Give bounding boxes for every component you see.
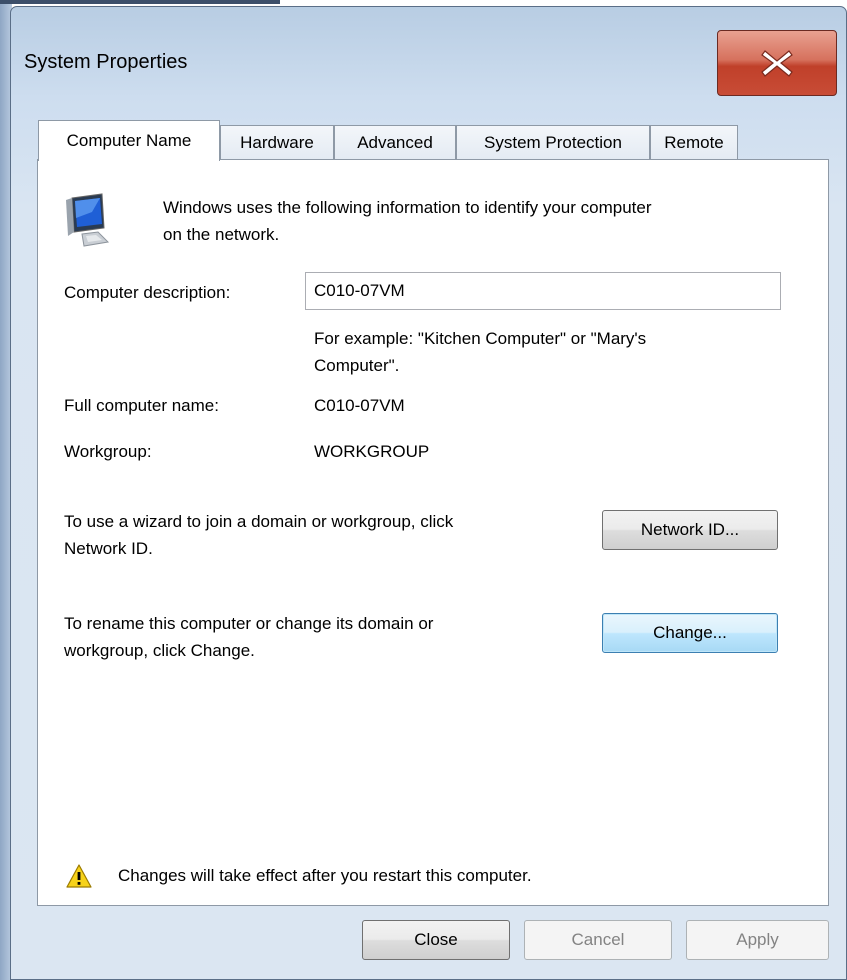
tab-advanced[interactable]: Advanced [334, 125, 456, 159]
intro-text-line-2: on the network. [163, 225, 280, 244]
full-computer-name-label: Full computer name: [64, 396, 219, 415]
workgroup-value: WORKGROUP [314, 442, 430, 461]
tab-hardware[interactable]: Hardware [220, 125, 334, 159]
desktop-edge [0, 0, 280, 4]
cancel-button[interactable]: Cancel [524, 920, 672, 960]
example-text-line-1: For example: "Kitchen Computer" or "Mary… [314, 329, 647, 348]
computer-icon [66, 193, 110, 247]
change-text-line-1: To rename this computer or change its do… [64, 614, 434, 633]
window-title: System Properties [24, 51, 188, 73]
change-text-line-2: workgroup, click Change. [64, 641, 255, 660]
computer-description-input[interactable] [305, 272, 781, 310]
computer-description-label: Computer description: [64, 283, 231, 302]
example-text-line-2: Computer". [314, 356, 400, 375]
tab-remote[interactable]: Remote [650, 125, 738, 159]
network-id-button[interactable]: Network ID... [602, 510, 778, 550]
workgroup-label: Workgroup: [64, 442, 152, 461]
warning-icon [66, 864, 92, 888]
network-id-text-line-1: To use a wizard to join a domain or work… [64, 512, 454, 531]
apply-button[interactable]: Apply [686, 920, 829, 960]
tab-system-protection[interactable]: System Protection [456, 125, 650, 159]
close-window-button[interactable] [717, 30, 837, 96]
restart-warning-text: Changes will take effect after you resta… [118, 866, 532, 885]
change-button[interactable]: Change... [602, 613, 778, 653]
close-icon [761, 50, 793, 77]
network-id-text-line-2: Network ID. [64, 539, 153, 558]
intro-text-line-1: Windows uses the following information t… [163, 198, 652, 217]
full-computer-name-value: C010-07VM [314, 396, 405, 415]
tab-computer-name[interactable]: Computer Name [38, 120, 220, 161]
close-button[interactable]: Close [362, 920, 510, 960]
